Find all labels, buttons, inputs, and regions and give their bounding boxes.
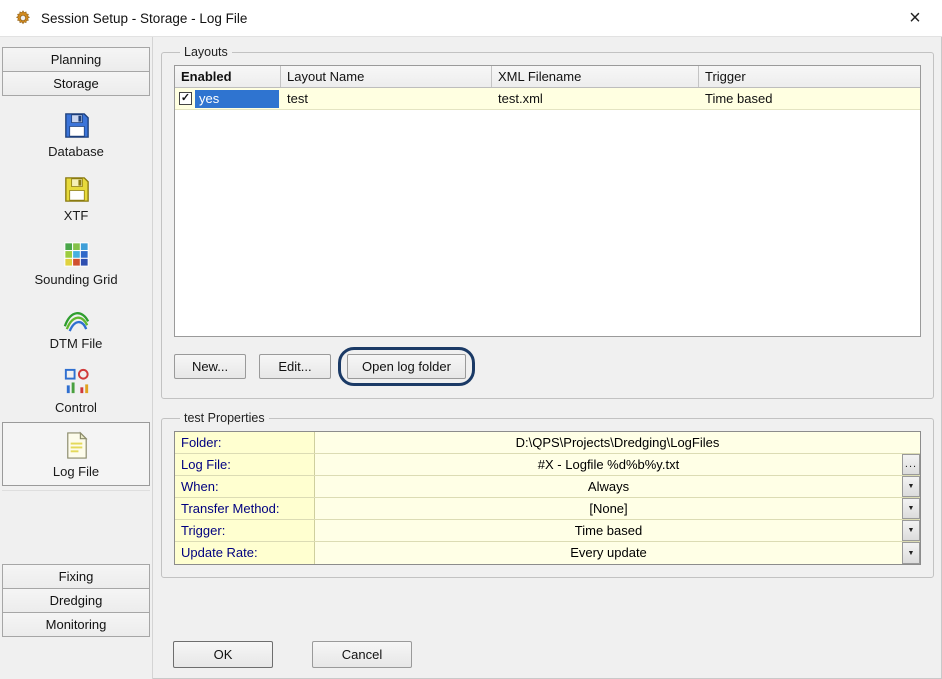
- table-row[interactable]: ✓ yes test test.xml Time based: [175, 88, 920, 110]
- title-bar: Session Setup - Storage - Log File ×: [0, 0, 942, 37]
- sidebar-item-dtm-file[interactable]: DTM File: [2, 294, 150, 358]
- sidebar-tab-planning[interactable]: Planning: [2, 47, 150, 72]
- property-row-when: When: Always ▼: [175, 476, 920, 498]
- browse-button[interactable]: ...: [902, 454, 920, 475]
- update-rate-value[interactable]: Every update: [315, 542, 902, 564]
- floppy-yellow-icon: [61, 174, 92, 205]
- property-label: When:: [175, 476, 315, 497]
- window-title: Session Setup - Storage - Log File: [41, 11, 247, 26]
- properties-group: test Properties Folder: D:\QPS\Projects\…: [161, 411, 934, 578]
- chevron-down-icon: ▼: [908, 550, 915, 557]
- trigger-dropdown-button[interactable]: ▼: [902, 520, 920, 541]
- document-icon: [61, 430, 92, 461]
- sidebar-item-log-file[interactable]: Log File: [2, 422, 150, 486]
- trigger-cell[interactable]: Time based: [699, 88, 920, 109]
- sidebar-bottom-tabs: Fixing Dredging Monitoring: [2, 564, 150, 637]
- when-dropdown-button[interactable]: ▼: [902, 476, 920, 497]
- sidebar-divider: [2, 490, 150, 491]
- cancel-button[interactable]: Cancel: [312, 641, 412, 668]
- control-icon: [61, 366, 92, 397]
- open-log-folder-button[interactable]: Open log folder: [347, 354, 466, 379]
- main-panel: Layouts Enabled Layout Name XML Filename…: [153, 37, 942, 679]
- log-file-value[interactable]: #X - Logfile %d%b%y.txt: [315, 454, 902, 475]
- sidebar-storage-items: Database XTF: [2, 102, 150, 491]
- sidebar-item-label: DTM File: [50, 336, 103, 351]
- column-header-enabled[interactable]: Enabled: [175, 66, 281, 87]
- property-row-folder: Folder: D:\QPS\Projects\Dredging\LogFile…: [175, 432, 920, 454]
- layouts-table: Enabled Layout Name XML Filename Trigger…: [174, 65, 921, 337]
- folder-value[interactable]: D:\QPS\Projects\Dredging\LogFiles: [315, 432, 920, 453]
- sidebar-item-label: XTF: [64, 208, 89, 223]
- enabled-checkbox[interactable]: ✓: [179, 92, 192, 105]
- sidebar-tab-monitoring[interactable]: Monitoring: [2, 612, 150, 637]
- session-setup-dialog: Session Setup - Storage - Log File × Pla…: [0, 0, 942, 679]
- property-row-log-file: Log File: #X - Logfile %d%b%y.txt ...: [175, 454, 920, 476]
- properties-grid: Folder: D:\QPS\Projects\Dredging\LogFile…: [174, 431, 921, 565]
- sidebar-item-label: Sounding Grid: [34, 272, 117, 287]
- layouts-group: Layouts Enabled Layout Name XML Filename…: [161, 45, 934, 399]
- property-row-transfer-method: Transfer Method: [None] ▼: [175, 498, 920, 520]
- transfer-method-value[interactable]: [None]: [315, 498, 902, 519]
- chevron-down-icon: ▼: [908, 505, 915, 512]
- property-label: Trigger:: [175, 520, 315, 541]
- trigger-value[interactable]: Time based: [315, 520, 902, 541]
- property-label: Transfer Method:: [175, 498, 315, 519]
- sidebar-item-sounding-grid[interactable]: Sounding Grid: [2, 230, 150, 294]
- gear-icon: [14, 9, 32, 27]
- chevron-down-icon: ▼: [908, 483, 915, 490]
- column-header-xml-filename[interactable]: XML Filename: [492, 66, 699, 87]
- ellipsis-icon: ...: [905, 459, 917, 470]
- sidebar-item-label: Database: [48, 144, 104, 159]
- property-row-update-rate: Update Rate: Every update ▼: [175, 542, 920, 564]
- chevron-down-icon: ▼: [908, 527, 915, 534]
- layouts-button-row: New... Edit... Open log folder: [174, 347, 921, 386]
- sidebar-item-label: Log File: [53, 464, 99, 479]
- highlight-ring: Open log folder: [338, 347, 475, 386]
- column-header-layout-name[interactable]: Layout Name: [281, 66, 492, 87]
- property-label: Log File:: [175, 454, 315, 475]
- sidebar-item-xtf[interactable]: XTF: [2, 166, 150, 230]
- property-label: Folder:: [175, 432, 315, 453]
- sidebar-tab-storage[interactable]: Storage: [2, 71, 150, 96]
- layouts-table-header: Enabled Layout Name XML Filename Trigger: [175, 66, 920, 88]
- transfer-method-dropdown-button[interactable]: ▼: [902, 498, 920, 519]
- grid-icon: [61, 238, 92, 269]
- when-value[interactable]: Always: [315, 476, 902, 497]
- sidebar-item-database[interactable]: Database: [2, 102, 150, 166]
- edit-button[interactable]: Edit...: [259, 354, 331, 379]
- layouts-group-title: Layouts: [180, 45, 232, 59]
- enabled-value-selected[interactable]: yes: [195, 90, 279, 108]
- sidebar-item-label: Control: [55, 400, 97, 415]
- footer: OK Cancel: [161, 641, 934, 668]
- xml-filename-cell[interactable]: test.xml: [492, 88, 699, 109]
- sidebar-item-control[interactable]: Control: [2, 358, 150, 422]
- floppy-blue-icon: [61, 110, 92, 141]
- sidebar: Planning Storage Database: [0, 37, 153, 679]
- new-button[interactable]: New...: [174, 354, 246, 379]
- column-header-trigger[interactable]: Trigger: [699, 66, 920, 87]
- sidebar-tab-fixing[interactable]: Fixing: [2, 564, 150, 589]
- close-icon[interactable]: ×: [902, 5, 928, 31]
- enabled-cell: ✓ yes: [175, 88, 281, 109]
- properties-group-title: test Properties: [180, 411, 269, 425]
- property-row-trigger: Trigger: Time based ▼: [175, 520, 920, 542]
- update-rate-dropdown-button[interactable]: ▼: [902, 542, 920, 564]
- ok-button[interactable]: OK: [173, 641, 273, 668]
- property-label: Update Rate:: [175, 542, 315, 564]
- sidebar-tab-dredging[interactable]: Dredging: [2, 588, 150, 613]
- contours-icon: [61, 302, 92, 333]
- layout-name-cell[interactable]: test: [281, 88, 492, 109]
